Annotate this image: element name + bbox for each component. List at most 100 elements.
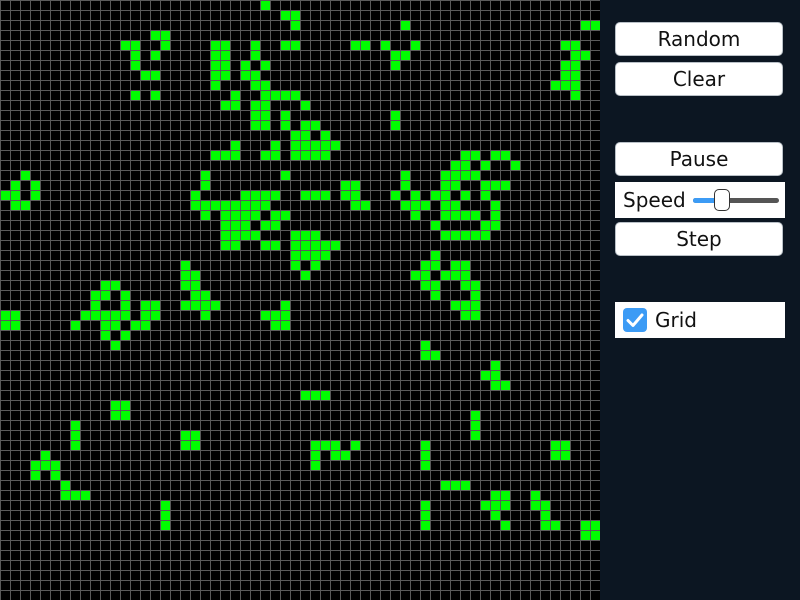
live-cell[interactable]: [250, 120, 260, 130]
live-cell[interactable]: [120, 40, 130, 50]
live-cell[interactable]: [220, 60, 230, 70]
live-cell[interactable]: [220, 70, 230, 80]
live-cell[interactable]: [410, 190, 420, 200]
live-cell[interactable]: [440, 270, 450, 280]
live-cell[interactable]: [110, 400, 120, 410]
live-cell[interactable]: [40, 450, 50, 460]
live-cell[interactable]: [480, 230, 490, 240]
live-cell[interactable]: [500, 490, 510, 500]
live-cell[interactable]: [310, 260, 320, 270]
live-cell[interactable]: [450, 210, 460, 220]
live-cell[interactable]: [250, 100, 260, 110]
live-cell[interactable]: [430, 260, 440, 270]
live-cell[interactable]: [320, 130, 330, 140]
live-cell[interactable]: [420, 270, 430, 280]
live-cell[interactable]: [120, 410, 130, 420]
live-cell[interactable]: [400, 50, 410, 60]
live-cell[interactable]: [580, 50, 590, 60]
live-cell[interactable]: [470, 280, 480, 290]
live-cell[interactable]: [500, 180, 510, 190]
live-cell[interactable]: [270, 190, 280, 200]
clear-button[interactable]: Clear: [615, 62, 783, 96]
live-cell[interactable]: [260, 240, 270, 250]
live-cell[interactable]: [290, 260, 300, 270]
live-cell[interactable]: [420, 200, 430, 210]
live-cell[interactable]: [430, 250, 440, 260]
live-cell[interactable]: [430, 290, 440, 300]
live-cell[interactable]: [540, 500, 550, 510]
live-cell[interactable]: [10, 200, 20, 210]
live-cell[interactable]: [240, 200, 250, 210]
live-cell[interactable]: [340, 450, 350, 460]
step-button[interactable]: Step: [615, 222, 783, 256]
live-cell[interactable]: [450, 200, 460, 210]
live-cell[interactable]: [230, 210, 240, 220]
live-cell[interactable]: [530, 500, 540, 510]
live-cell[interactable]: [130, 50, 140, 60]
live-cell[interactable]: [90, 290, 100, 300]
live-cell[interactable]: [220, 40, 230, 50]
live-cell[interactable]: [100, 290, 110, 300]
live-cell[interactable]: [560, 450, 570, 460]
live-cell[interactable]: [290, 90, 300, 100]
live-cell[interactable]: [430, 350, 440, 360]
live-cell[interactable]: [160, 510, 170, 520]
live-cell[interactable]: [490, 380, 500, 390]
live-cell[interactable]: [120, 290, 130, 300]
live-cell[interactable]: [20, 200, 30, 210]
live-cell[interactable]: [290, 250, 300, 260]
live-cell[interactable]: [150, 300, 160, 310]
live-cell[interactable]: [220, 230, 230, 240]
live-cell[interactable]: [260, 220, 270, 230]
live-cell[interactable]: [240, 70, 250, 80]
live-cell[interactable]: [420, 450, 430, 460]
live-cell[interactable]: [240, 220, 250, 230]
live-cell[interactable]: [420, 520, 430, 530]
live-cell[interactable]: [450, 480, 460, 490]
live-cell[interactable]: [240, 230, 250, 240]
live-cell[interactable]: [110, 410, 120, 420]
live-cell[interactable]: [270, 140, 280, 150]
live-cell[interactable]: [200, 300, 210, 310]
random-button[interactable]: Random: [615, 22, 783, 56]
live-cell[interactable]: [180, 280, 190, 290]
live-cell[interactable]: [210, 40, 220, 50]
live-cell[interactable]: [460, 270, 470, 280]
live-cell[interactable]: [250, 80, 260, 90]
live-cell[interactable]: [290, 240, 300, 250]
live-cell[interactable]: [480, 500, 490, 510]
live-cell[interactable]: [270, 220, 280, 230]
live-cell[interactable]: [260, 0, 270, 10]
live-cell[interactable]: [590, 520, 600, 530]
live-cell[interactable]: [420, 260, 430, 270]
live-cell[interactable]: [160, 520, 170, 530]
grid-checkbox[interactable]: [623, 308, 647, 332]
live-cell[interactable]: [420, 280, 430, 290]
live-cell[interactable]: [440, 170, 450, 180]
live-cell[interactable]: [190, 280, 200, 290]
live-cell[interactable]: [290, 130, 300, 140]
live-cell[interactable]: [280, 90, 290, 100]
live-cell[interactable]: [220, 240, 230, 250]
live-cell[interactable]: [420, 350, 430, 360]
live-cell[interactable]: [250, 210, 260, 220]
live-cell[interactable]: [560, 60, 570, 70]
live-cell[interactable]: [140, 320, 150, 330]
live-cell[interactable]: [440, 200, 450, 210]
live-cell[interactable]: [280, 40, 290, 50]
live-cell[interactable]: [340, 180, 350, 190]
live-cell[interactable]: [580, 520, 590, 530]
live-cell[interactable]: [490, 150, 500, 160]
live-cell[interactable]: [180, 440, 190, 450]
life-grid[interactable]: [0, 0, 600, 600]
live-cell[interactable]: [450, 230, 460, 240]
live-cell[interactable]: [470, 170, 480, 180]
live-cell[interactable]: [490, 510, 500, 520]
live-cell[interactable]: [0, 190, 10, 200]
live-cell[interactable]: [220, 100, 230, 110]
live-cell[interactable]: [320, 190, 330, 200]
live-cell[interactable]: [310, 240, 320, 250]
live-cell[interactable]: [460, 310, 470, 320]
live-cell[interactable]: [280, 320, 290, 330]
live-cell[interactable]: [570, 40, 580, 50]
